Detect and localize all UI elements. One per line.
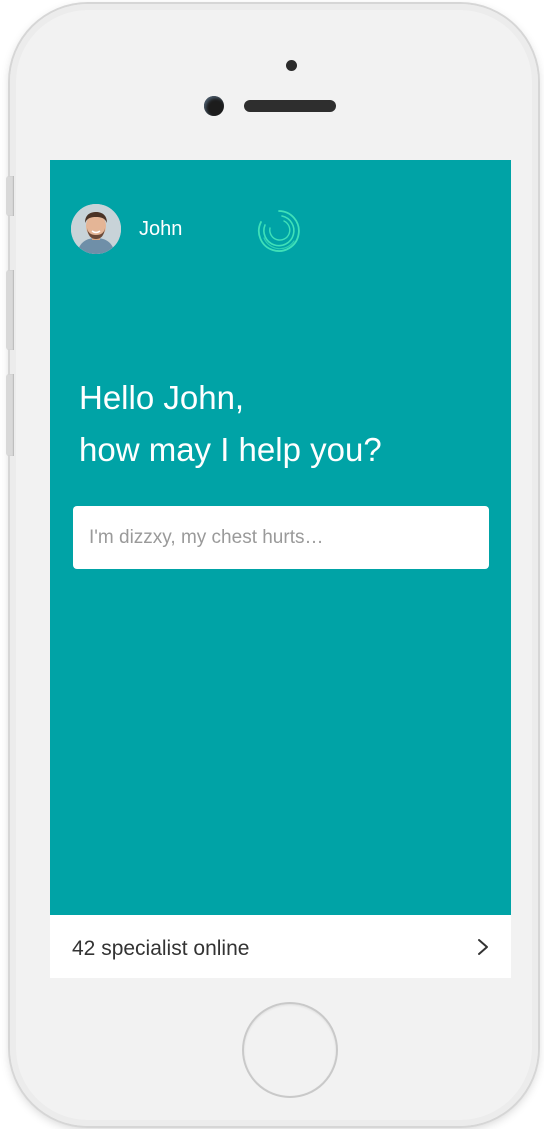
chevron-right-icon <box>478 939 488 955</box>
greeting-heading: Hello John, how may I help you? <box>79 372 382 476</box>
avatar-photo-icon <box>71 204 121 254</box>
home-button[interactable] <box>242 1002 338 1098</box>
symptom-search-input[interactable] <box>73 506 489 569</box>
user-avatar[interactable] <box>71 204 121 254</box>
app-screen: John Hello John, how may I help you? 42 … <box>50 160 511 978</box>
earpiece-speaker <box>244 100 336 112</box>
user-name: John <box>139 218 183 240</box>
silent-switch <box>6 176 14 216</box>
volume-up-button <box>6 270 14 350</box>
specialists-online-bar[interactable]: 42 specialist online <box>50 915 511 978</box>
front-camera <box>204 96 224 116</box>
greeting-line-1: Hello John, <box>79 379 245 416</box>
specialists-online-label: 42 specialist online <box>72 937 250 960</box>
spiral-circle-logo-icon <box>258 210 300 252</box>
greeting-line-2: how may I help you? <box>79 431 382 468</box>
front-sensor <box>286 60 297 71</box>
volume-down-button <box>6 374 14 456</box>
